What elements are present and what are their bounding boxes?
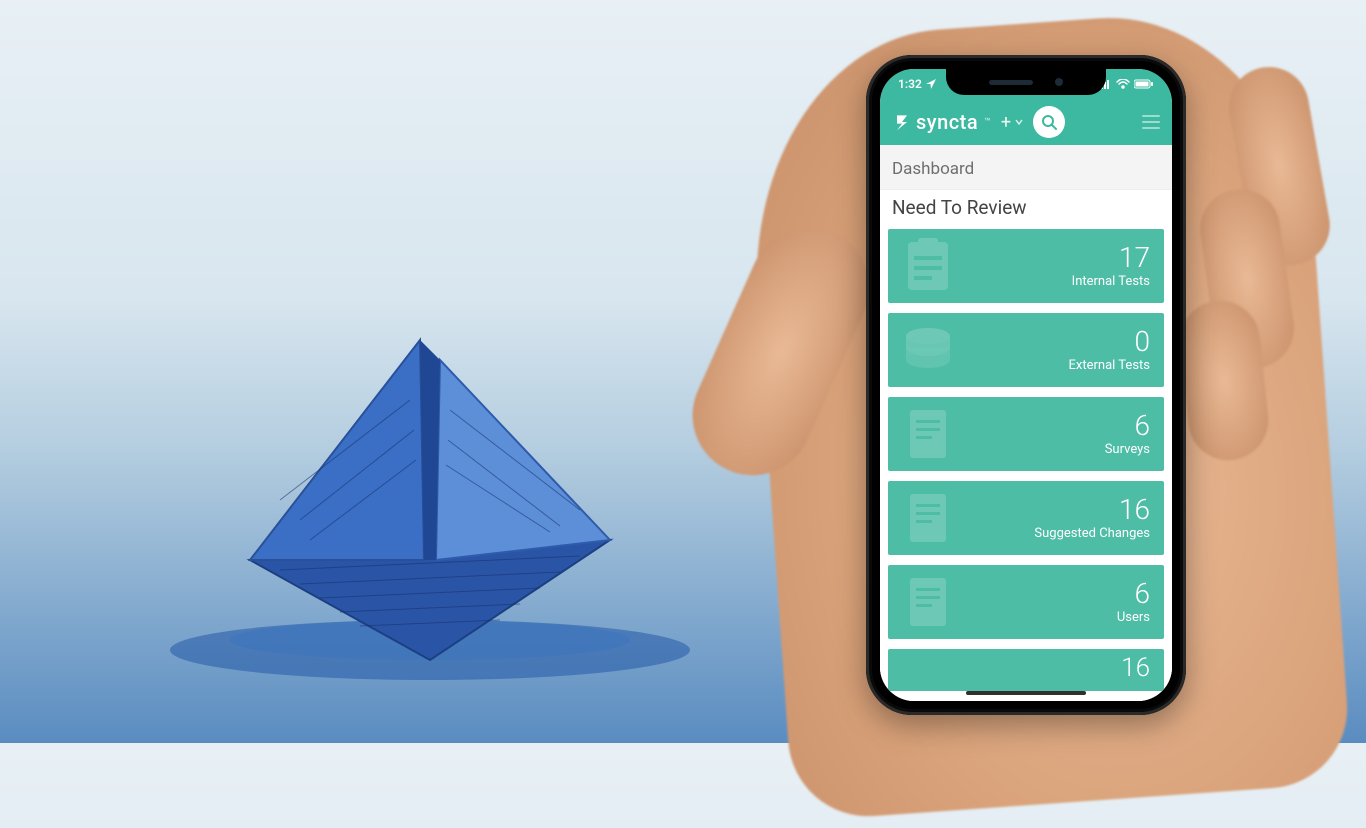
- card-label: Users: [1117, 610, 1150, 625]
- form-icon: [896, 486, 960, 550]
- phone-notch: [946, 69, 1106, 95]
- plus-icon: +: [1001, 112, 1011, 133]
- phone-frame: 1:32 syncta™ +: [866, 55, 1186, 715]
- card-label: External Tests: [1069, 358, 1150, 373]
- card-value: 6: [1105, 412, 1150, 440]
- card-partial[interactable]: 16: [888, 649, 1164, 691]
- card-label: Surveys: [1105, 442, 1150, 457]
- battery-icon: [1134, 79, 1154, 89]
- card-label: Internal Tests: [1072, 274, 1150, 289]
- stack-icon: [896, 318, 960, 382]
- card-internal-tests[interactable]: 17 Internal Tests: [888, 229, 1164, 303]
- location-icon: [926, 79, 936, 89]
- form-icon: [896, 570, 960, 634]
- home-indicator: [966, 691, 1086, 695]
- card-label: Suggested Changes: [1034, 526, 1150, 541]
- card-value: 0: [1069, 328, 1150, 356]
- section-title: Need To Review: [880, 189, 1172, 229]
- app-header: syncta™ +: [880, 99, 1172, 145]
- chevron-down-icon: [1015, 118, 1023, 126]
- phone-screen: 1:32 syncta™ +: [880, 69, 1172, 701]
- search-button[interactable]: [1033, 106, 1065, 138]
- card-value: 16: [1121, 655, 1150, 681]
- search-icon: [1041, 114, 1057, 130]
- card-value: 6: [1117, 580, 1150, 608]
- review-cards: 17 Internal Tests 0 External Tests 6: [880, 229, 1172, 701]
- page-title: Dashboard: [880, 145, 1172, 189]
- card-suggested-changes[interactable]: 16 Suggested Changes: [888, 481, 1164, 555]
- hero-paper-boat: [0, 0, 700, 743]
- card-surveys[interactable]: 6 Surveys: [888, 397, 1164, 471]
- add-new-dropdown[interactable]: +: [1001, 112, 1023, 133]
- card-value: 16: [1034, 496, 1150, 524]
- card-value: 17: [1072, 244, 1150, 272]
- status-time: 1:32: [898, 77, 922, 91]
- form-icon: [896, 402, 960, 466]
- card-external-tests[interactable]: 0 External Tests: [888, 313, 1164, 387]
- clipboard-icon: [896, 234, 960, 298]
- menu-button[interactable]: [1142, 115, 1160, 129]
- brand-name: syncta: [916, 110, 978, 134]
- wifi-icon: [1116, 79, 1130, 89]
- brand-logo[interactable]: syncta™: [892, 110, 991, 134]
- brand-mark-icon: [892, 112, 912, 132]
- app-content: Dashboard Need To Review 17 Internal Tes…: [880, 145, 1172, 701]
- card-users[interactable]: 6 Users: [888, 565, 1164, 639]
